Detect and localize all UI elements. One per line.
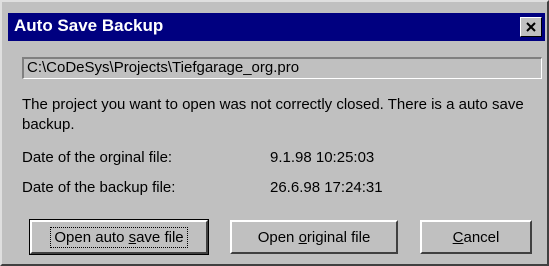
open-original-file-label: Open original file — [257, 228, 371, 246]
cancel-label: Cancel — [452, 228, 500, 246]
file-path-field: C:\CoDeSys\Projects\Tiefgarage_org.pro — [22, 57, 542, 79]
backup-date-value: 26.6.98 17:24:31 — [270, 179, 383, 196]
close-button[interactable] — [520, 17, 542, 37]
auto-save-backup-dialog: Auto Save Backup C:\CoDeSys\Projects\Tie… — [0, 0, 549, 266]
original-date-value: 9.1.98 10:25:03 — [270, 149, 375, 166]
cancel-button[interactable]: Cancel — [420, 220, 532, 254]
open-auto-save-file-button[interactable]: Open auto save file — [29, 219, 209, 255]
open-original-file-button[interactable]: Open original file — [230, 220, 398, 254]
title-bar[interactable]: Auto Save Backup — [8, 13, 545, 41]
warning-message: The project you want to open was not cor… — [22, 96, 524, 133]
close-icon — [526, 22, 536, 32]
open-auto-save-file-label: Open auto save file — [50, 226, 188, 248]
window-title: Auto Save Backup — [14, 16, 164, 35]
backup-date-label: Date of the backup file: — [22, 179, 176, 196]
original-date-label: Date of the orginal file: — [22, 149, 173, 166]
